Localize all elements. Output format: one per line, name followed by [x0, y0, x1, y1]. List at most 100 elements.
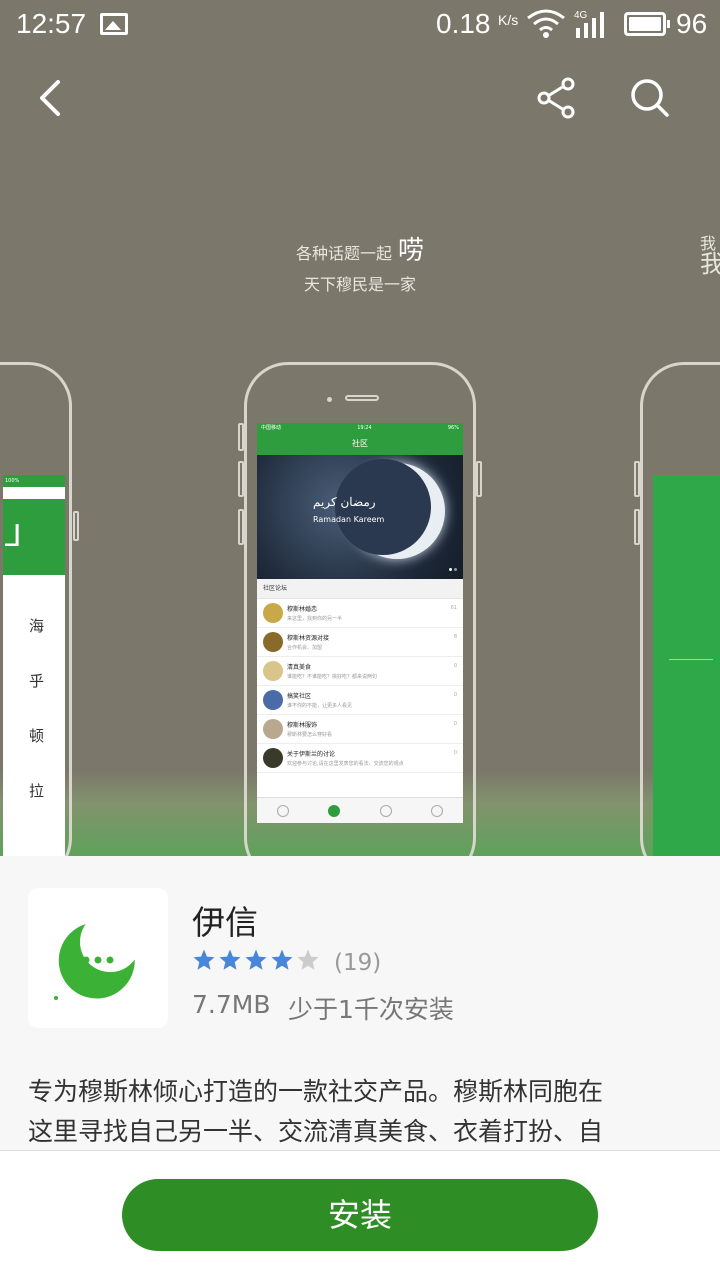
screenshot-right[interactable]	[634, 362, 720, 856]
screen-battery: 96%	[447, 425, 459, 431]
forum-avatar	[263, 661, 283, 681]
forum-subtitle: 欢迎参与讨论,请在这里发表您的看法、交流您的观点	[287, 761, 404, 767]
share-button[interactable]	[526, 68, 586, 128]
star-filled-icon	[245, 949, 267, 970]
search-button[interactable]	[620, 68, 680, 128]
caption-line2: 天下穆民是一家	[303, 275, 416, 294]
tab-icon	[431, 804, 444, 817]
screenshot-left[interactable]: 100% ⅃ 海 乎 顿 拉	[0, 362, 79, 856]
rating-count: (19)	[334, 950, 382, 976]
forum-count: 0	[453, 750, 457, 756]
forum-avatar	[263, 632, 283, 652]
left-screen-text: 海	[29, 617, 45, 635]
center-slide-caption: 各种话题一起唠 天下穆民是一家	[250, 230, 470, 295]
forum-row: 穆斯林婚恋来这里，找到你的另一半 61	[257, 599, 463, 628]
screen-carrier: 中国移动	[261, 425, 282, 431]
app-name: 伊信	[192, 903, 258, 942]
center-screen: 中国移动 19:24 96% 社区 رمضان كريم Ramadan Kar…	[257, 423, 463, 823]
star-filled-icon	[271, 949, 293, 970]
banner-arabic: رمضان كريم	[313, 495, 376, 509]
forum-title: 清真美食	[287, 664, 312, 671]
back-arrow-icon	[40, 80, 60, 116]
forum-title: 搞笑社区	[287, 693, 312, 700]
network-speed: 0.18	[436, 8, 491, 39]
phone-side-button	[73, 511, 79, 541]
image-notification-icon	[100, 13, 128, 35]
forum-subtitle: 来这里，找到你的另一半	[287, 616, 343, 622]
crescent-moon-image	[335, 459, 445, 559]
caption-emphasis: 唠	[398, 236, 425, 266]
phone-side-button	[634, 461, 640, 497]
phone-side-button	[238, 423, 244, 451]
phone-side-button	[476, 461, 482, 497]
forum-count: 0	[453, 721, 457, 727]
screen-section-header: 社区论坛	[257, 579, 463, 599]
banner-dots	[447, 556, 457, 575]
star-empty-icon	[297, 949, 319, 970]
left-screen-text: 拉	[29, 782, 45, 800]
cell-signal-icon: 4G	[574, 10, 604, 38]
forum-row: 搞笑社区谁不你的不能，让更多人看见 0	[257, 686, 463, 715]
status-bar: 12:57 0.18 K/s 4G 96	[0, 0, 720, 50]
caption-line1: 各种话题一起	[295, 244, 392, 263]
forum-avatar	[263, 719, 283, 739]
battery-icon	[624, 12, 670, 36]
forum-row: 穆斯林服饰 穆斯林要怎么穿好看 0	[257, 715, 463, 744]
forum-list: 穆斯林婚恋来这里，找到你的另一半 61 穆斯林资源对接 合作机会、加盟 8 清真美食谁能吃…	[257, 599, 463, 773]
bottom-action-bar: 安装	[0, 1150, 720, 1280]
app-description[interactable]: 专为穆斯林倾心打造的一款社交产品。穆斯林同胞在 这里寻找自己另一半、交流清真美食…	[28, 1072, 690, 1152]
screen-title: 社区	[257, 433, 463, 455]
star-filled-icon	[193, 949, 215, 970]
forum-row: 穆斯林资源对接 合作机会、加盟 8	[257, 628, 463, 657]
forum-title: 穆斯林服饰	[287, 722, 318, 729]
forum-count: 0	[453, 692, 457, 698]
forum-count: 8	[453, 634, 457, 640]
status-time: 12:57	[16, 8, 87, 39]
left-screen: 100% ⅃ 海 乎 顿 拉	[3, 475, 65, 856]
network-speed-unit: K/s	[498, 12, 519, 28]
share-icon	[537, 77, 575, 119]
forum-avatar	[263, 603, 283, 623]
forum-count: 61	[450, 605, 457, 611]
phone-camera	[327, 397, 332, 402]
forum-row: 关于伊斯兰的讨论欢迎参与讨论,请在这里发表您的看法、交流您的观点 0	[257, 744, 463, 773]
description-line: 专为穆斯林倾心打造的一款社交产品。穆斯林同胞在	[28, 1077, 604, 1106]
screen-banner: رمضان كريم Ramadan Kareem	[257, 455, 463, 579]
screen-status-bar: 中国移动 19:24 96%	[257, 423, 463, 433]
right-caption-line2: 我	[700, 250, 720, 278]
description-line: 这里寻找自己另一半、交流清真美食、衣着打扮、自	[28, 1117, 604, 1146]
screenshot-center[interactable]: 中国移动 19:24 96% 社区 رمضان كريم Ramadan Kar…	[238, 362, 482, 856]
forum-subtitle: 谁不你的不能，让更多人看见	[287, 703, 353, 709]
back-button[interactable]	[22, 68, 82, 128]
app-info: 伊信 (19) 7.7MB 少于1千次安装 专为穆斯林倾心打造的一款社交产品。穆…	[0, 856, 720, 1152]
tab-icon	[379, 804, 392, 817]
search-icon	[631, 79, 669, 117]
right-screen-line	[669, 659, 713, 660]
right-screen	[653, 475, 720, 856]
wifi-icon	[527, 9, 565, 38]
install-button[interactable]: 安装	[122, 1179, 598, 1251]
app-size: 7.7MB	[192, 990, 271, 1019]
left-screen-status: 100%	[3, 475, 65, 487]
banner-text: Ramadan Kareem	[313, 515, 385, 524]
phone-speaker	[345, 395, 379, 401]
screenshot-carousel[interactable]: : 我 我 各种话题一起唠 天下穆民是一家 100% ⅃ 海 乎 顿 拉 中国移…	[0, 50, 720, 856]
install-count: 少于1千次安装	[288, 995, 454, 1024]
left-screen-text: 乎	[29, 672, 45, 690]
app-icon	[28, 888, 168, 1028]
left-screen-banner: ⅃	[3, 499, 65, 575]
battery-level: 96	[676, 8, 708, 39]
chat-crescent-icon	[54, 924, 135, 1000]
phone-side-button	[238, 461, 244, 497]
forum-count: 0	[453, 663, 457, 669]
forum-subtitle: 谁能吃？不谁能吃？挑好吃？都来说两句	[287, 674, 378, 680]
screen-tabbar	[257, 797, 463, 823]
rating-stars	[192, 948, 320, 972]
forum-title: 穆斯林婚恋	[287, 606, 318, 613]
forum-avatar	[263, 748, 283, 768]
right-slide-caption: 我 我	[700, 234, 720, 278]
left-screen-text: 顿	[29, 727, 45, 745]
star-filled-icon	[219, 949, 241, 970]
forum-title: 关于伊斯兰的讨论	[287, 751, 336, 758]
phone-side-button	[634, 509, 640, 545]
